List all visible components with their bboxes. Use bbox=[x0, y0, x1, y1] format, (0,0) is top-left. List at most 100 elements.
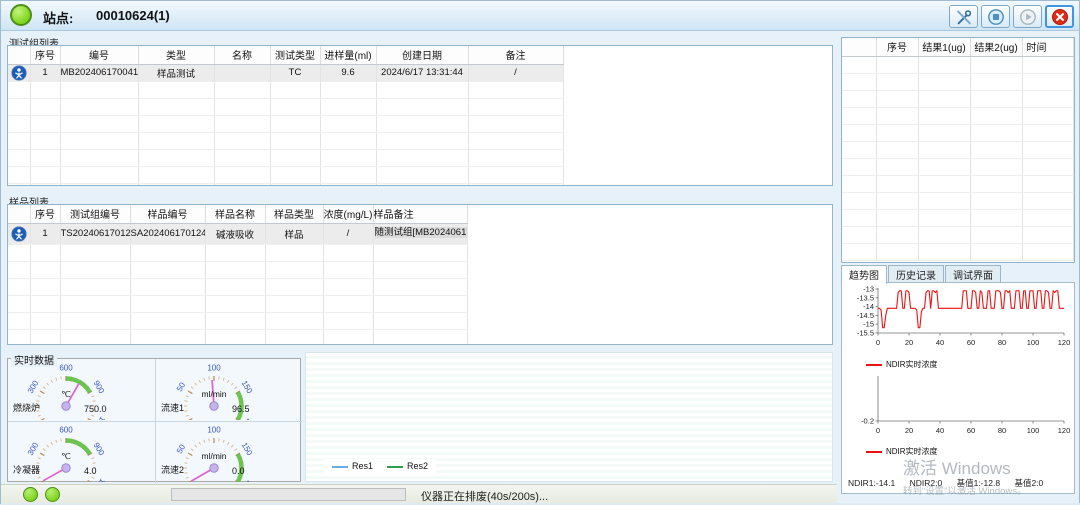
svg-text:150: 150 bbox=[240, 379, 255, 396]
empty-row bbox=[8, 115, 832, 132]
svg-text:40: 40 bbox=[936, 338, 944, 347]
gauge-unit: ℃ bbox=[46, 451, 86, 462]
svg-text:-14.5: -14.5 bbox=[857, 311, 874, 320]
col-name: 名称 bbox=[214, 46, 270, 64]
cell-type: 样品测试 bbox=[138, 64, 214, 81]
sample-table-box: 序号 测试组编号 样品编号 样品名称 样品类型 浓度(mg/L) 样品备注 bbox=[7, 204, 833, 345]
gauge-label: 流速2 bbox=[161, 463, 184, 476]
sample-row[interactable]: 1 TS202406170128 SA202406170124 碱液吸收 样品 … bbox=[8, 223, 832, 244]
svg-text:20: 20 bbox=[905, 426, 913, 435]
trend-chart-panel: -13-13.5-14-14.5-15-15.5020406080100120 … bbox=[841, 282, 1075, 494]
col-seq: 序号 bbox=[30, 205, 60, 223]
gauge-value: 750.0 bbox=[84, 404, 107, 414]
svg-text:600: 600 bbox=[59, 426, 73, 435]
empty-row bbox=[8, 295, 832, 312]
icon-column-header bbox=[8, 46, 30, 64]
results-header-row: 序号 结果1(ug) 结果2(ug) 时间 bbox=[842, 38, 1074, 56]
cell-test-type: TC bbox=[270, 64, 320, 81]
trend1-legend: NDIR实时浓度 bbox=[866, 359, 938, 370]
res1-line-swatch bbox=[332, 466, 348, 468]
col-volume: 进样量(ml) bbox=[320, 46, 376, 64]
realtime-data-panel: 03006009001200 燃烧炉 ℃ 750.0 050100150200 … bbox=[7, 358, 301, 482]
play-icon bbox=[1019, 8, 1037, 26]
gauge-value: 96.5 bbox=[232, 404, 250, 414]
ndir2-value: NDIR2:0 bbox=[910, 478, 943, 488]
svg-text:80: 80 bbox=[998, 338, 1006, 347]
globe-row-icon bbox=[11, 65, 27, 81]
empty-row bbox=[842, 107, 1074, 124]
empty-row bbox=[8, 166, 832, 183]
empty-row bbox=[842, 158, 1074, 175]
gauge-unit: ml/min bbox=[194, 451, 234, 461]
svg-text:100: 100 bbox=[207, 426, 221, 435]
test-group-header-row: 序号 编号 类型 名称 测试类型 进样量(ml) 创建日期 备注 bbox=[8, 46, 832, 64]
row-icon-cell bbox=[8, 223, 30, 244]
station-label: 站点: bbox=[43, 8, 73, 27]
sample-table: 序号 测试组编号 样品编号 样品名称 样品类型 浓度(mg/L) 样品备注 bbox=[8, 205, 832, 345]
empty-row bbox=[8, 132, 832, 149]
legend-res2: Res2 bbox=[387, 461, 428, 471]
play-button[interactable] bbox=[1013, 5, 1042, 28]
ndir-trend-chart-2: -0.2020406080100120 bbox=[844, 373, 1072, 445]
test-group-row[interactable]: 1 MB202406170041 样品测试 TC 9.6 2024/6/17 1… bbox=[8, 64, 832, 81]
gauge-flow1: 050100150200 流速1 ml/min 96.5 bbox=[156, 360, 302, 420]
empty-row bbox=[8, 261, 832, 278]
empty-row bbox=[842, 209, 1074, 226]
col-seq: 序号 bbox=[30, 46, 60, 64]
empty-row bbox=[8, 81, 832, 98]
col-sample-code: 样品编号 bbox=[130, 205, 205, 223]
col-code: 编号 bbox=[60, 46, 138, 64]
svg-text:50: 50 bbox=[175, 442, 188, 455]
status-led-1 bbox=[23, 487, 38, 502]
col-type: 类型 bbox=[138, 46, 214, 64]
svg-text:-0.2: -0.2 bbox=[861, 417, 874, 426]
station-id: 00010624(1) bbox=[96, 8, 170, 23]
cell-seq: 1 bbox=[30, 223, 60, 244]
gauge-unit: ℃ bbox=[46, 389, 86, 400]
svg-text:300: 300 bbox=[26, 378, 41, 395]
waste-progress-bar bbox=[171, 488, 406, 501]
col-result2: 结果2(ug) bbox=[970, 38, 1022, 56]
svg-text:-15: -15 bbox=[863, 320, 874, 329]
svg-text:50: 50 bbox=[175, 380, 188, 393]
gauge-value: 0.0 bbox=[232, 466, 245, 476]
col-group-code: 测试组编号 bbox=[60, 205, 130, 223]
empty-row bbox=[8, 312, 832, 329]
col-sample-name: 样品名称 bbox=[205, 205, 265, 223]
results-table-box: 序号 结果1(ug) 结果2(ug) 时间 bbox=[841, 37, 1075, 263]
col-sample-type: 样品类型 bbox=[265, 205, 323, 223]
cell-sample-name: 碱液吸收 bbox=[205, 223, 265, 244]
empty-row bbox=[8, 98, 832, 115]
empty-row bbox=[8, 244, 832, 261]
cell-code: MB202406170041 bbox=[60, 64, 138, 81]
legend-res1: Res1 bbox=[332, 461, 373, 471]
col-time: 时间 bbox=[1022, 38, 1074, 56]
window-buttons bbox=[949, 5, 1074, 28]
col-remark: 备注 bbox=[468, 46, 563, 64]
empty-row bbox=[842, 90, 1074, 107]
cell-sample-type: 样品 bbox=[265, 223, 323, 244]
tab-trend-chart[interactable]: 趋势图 bbox=[841, 265, 887, 284]
gauge-flow2: 050100150200 流速2 ml/min 0.0 bbox=[156, 422, 302, 482]
test-group-table-box: 序号 编号 类型 名称 测试类型 进样量(ml) 创建日期 备注 bbox=[7, 45, 833, 186]
gauge-unit: ml/min bbox=[194, 389, 234, 399]
gauge-furnace: 03006009001200 燃烧炉 ℃ 750.0 bbox=[8, 360, 154, 420]
cell-conc: / bbox=[323, 223, 373, 244]
col-conc: 浓度(mg/L) bbox=[323, 205, 373, 223]
tools-button[interactable] bbox=[949, 5, 978, 28]
filler-column bbox=[563, 46, 832, 64]
stop-button[interactable] bbox=[981, 5, 1010, 28]
svg-text:600: 600 bbox=[59, 364, 73, 373]
ndir-line-swatch bbox=[866, 364, 882, 366]
svg-text:120: 120 bbox=[1058, 426, 1071, 435]
svg-text:0: 0 bbox=[876, 426, 880, 435]
icon-column-header bbox=[8, 205, 30, 223]
close-button[interactable] bbox=[1045, 5, 1074, 28]
base2-value: 基值2:0 bbox=[1014, 478, 1043, 488]
svg-text:900: 900 bbox=[92, 441, 107, 458]
status-bar: 仪器正在排废(40s/200s)... bbox=[1, 484, 837, 503]
cell-volume: 9.6 bbox=[320, 64, 376, 81]
close-icon bbox=[1051, 8, 1069, 26]
empty-row bbox=[842, 243, 1074, 260]
tools-icon bbox=[955, 8, 973, 26]
